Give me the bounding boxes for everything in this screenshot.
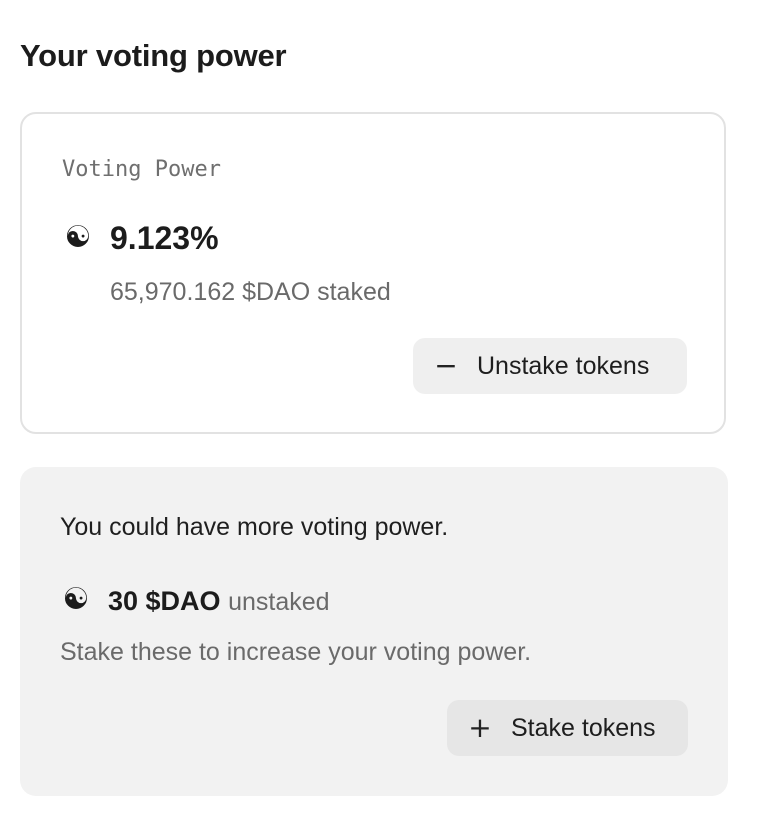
minus-icon: − [434,349,458,382]
yin-yang-icon: ☯ [64,220,92,255]
page-title: Your voting power [20,38,287,73]
unstake-tokens-button[interactable]: − Unstake tokens [413,338,687,394]
more-voting-power-heading: You could have more voting power. [60,513,449,541]
unstake-tokens-label: Unstake tokens [477,351,650,380]
stake-tokens-label: Stake tokens [511,713,656,742]
yin-yang-icon: ☯ [62,582,90,617]
voting-power-label: Voting Power [62,157,221,182]
stake-tokens-button[interactable]: + Stake tokens [447,700,688,756]
voting-power-card: Voting Power ☯ 9.123% 65,970.162 $DAO st… [20,112,726,434]
unstaked-suffix: unstaked [228,588,330,616]
unstaked-amount-line: 30 $DAO unstaked [108,588,330,615]
unstaked-amount: 30 $DAO [108,586,221,616]
voting-power-percentage: 9.123% [110,220,219,256]
staked-amount: 65,970.162 $DAO staked [110,278,391,306]
plus-icon: + [468,711,492,744]
stake-hint-text: Stake these to increase your voting powe… [60,638,532,666]
unstaked-tokens-card: You could have more voting power. ☯ 30 $… [20,467,728,796]
